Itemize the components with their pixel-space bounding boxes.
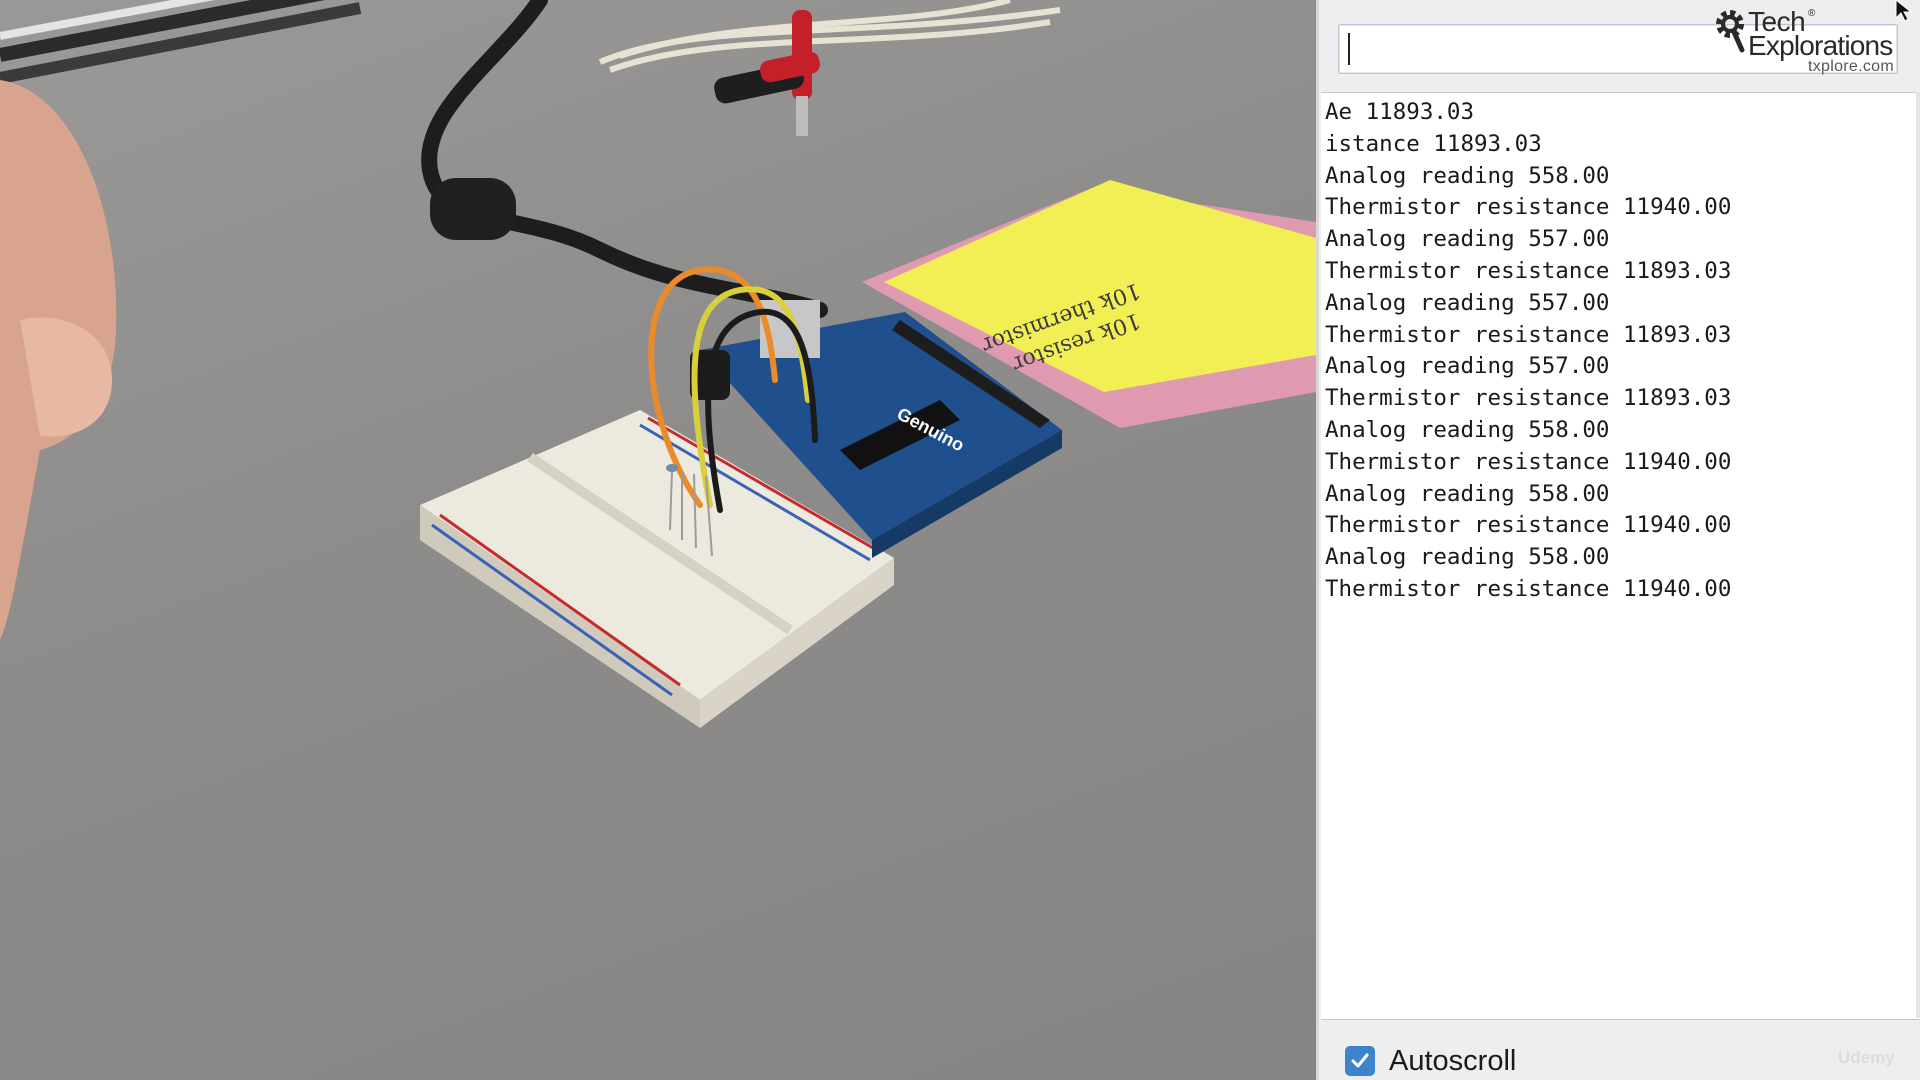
output-line: Thermistor resistance 11940.00 — [1325, 448, 1732, 475]
output-line: Analog reading 558.00 — [1325, 544, 1610, 571]
serial-monitor-window: Ae 11893.03 istance 11893.03 Analog read… — [1316, 0, 1920, 1080]
output-line: istance 11893.03 — [1325, 130, 1542, 157]
output-line: Analog reading 558.00 — [1325, 162, 1610, 189]
udemy-watermark: Udemy — [1838, 1048, 1895, 1067]
braided-wire — [598, 0, 1061, 73]
output-line: Analog reading 557.00 — [1325, 226, 1610, 253]
checkmark-icon — [1351, 1053, 1369, 1068]
output-line: Analog reading 557.00 — [1325, 353, 1610, 380]
output-line: Thermistor resistance 11893.03 — [1325, 385, 1732, 412]
output-line: Analog reading 557.00 — [1325, 289, 1610, 316]
gear-icon — [1716, 10, 1745, 53]
brand-url: txplore.com — [1808, 58, 1894, 75]
text-caret — [1348, 33, 1350, 65]
output-line: Analog reading 558.00 — [1325, 480, 1610, 507]
output-line: Thermistor resistance 11940.00 — [1325, 194, 1732, 221]
output-line: Analog reading 558.00 — [1325, 416, 1610, 443]
video-frame: 10k thermistor 10k resistor Genuino — [0, 0, 1316, 1080]
output-line: Thermistor resistance 11893.03 — [1325, 257, 1732, 284]
autoscroll-checkbox[interactable] — [1345, 1046, 1375, 1076]
bench-photo: 10k thermistor 10k resistor Genuino — [0, 0, 1316, 728]
serial-output[interactable]: Ae 11893.03 istance 11893.03 Analog read… — [1321, 92, 1920, 1020]
registered-mark: ® — [1808, 8, 1816, 19]
brand-logo: Tech ® Explorations txplore.com — [1712, 4, 1912, 78]
autoscroll-label: Autoscroll — [1389, 1044, 1517, 1077]
hand — [0, 80, 117, 640]
mouse-cursor-icon — [1895, 0, 1913, 22]
pens — [0, 0, 362, 84]
output-line: Thermistor resistance 11940.00 — [1325, 575, 1732, 602]
output-lines: Ae 11893.03 istance 11893.03 Analog read… — [1321, 93, 1920, 606]
output-line: Thermistor resistance 11893.03 — [1325, 321, 1732, 348]
output-scrollbar[interactable] — [1916, 92, 1920, 1018]
output-line: Thermistor resistance 11940.00 — [1325, 512, 1732, 539]
output-line: Ae 11893.03 — [1325, 99, 1475, 125]
autoscroll-toggle[interactable]: Autoscroll — [1345, 1044, 1517, 1077]
